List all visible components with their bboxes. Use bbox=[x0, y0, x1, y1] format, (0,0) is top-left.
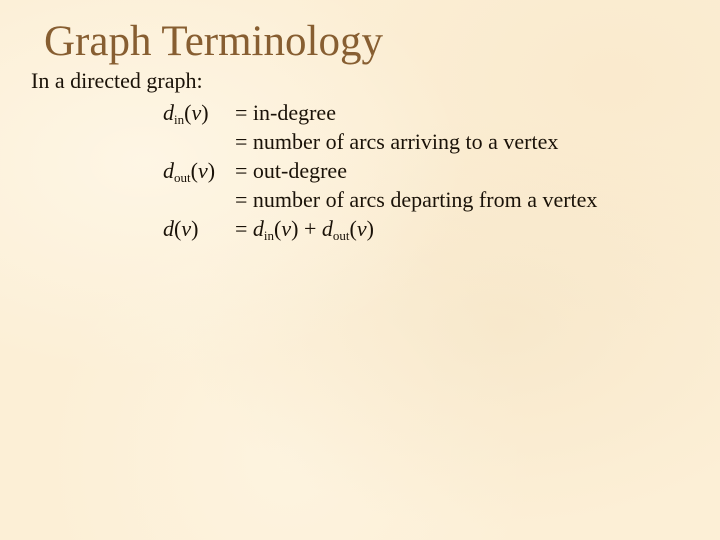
out-degree-definition: = out-degree bbox=[235, 158, 347, 183]
out-degree-explanation: = number of arcs departing from a vertex bbox=[235, 187, 598, 212]
degree-definition: = din(v) + dout(v) bbox=[235, 216, 374, 243]
symbol-d: d bbox=[163, 100, 174, 125]
symbol-d: d bbox=[163, 216, 174, 241]
out-degree-symbol: dout(v) bbox=[163, 158, 216, 185]
in-degree-definition: = in-degree bbox=[235, 100, 336, 125]
symbol-arg: v bbox=[191, 100, 202, 125]
term-subscript: in bbox=[263, 228, 275, 243]
equals-sign: = bbox=[235, 216, 253, 241]
symbol-d: d bbox=[163, 158, 174, 183]
slide-title: Graph Terminology bbox=[44, 18, 383, 65]
symbol-subscript: in bbox=[174, 112, 185, 127]
intro-text: In a directed graph: bbox=[31, 68, 203, 93]
term-d: d bbox=[252, 216, 264, 241]
in-degree-explanation: = number of arcs arriving to a vertex bbox=[235, 129, 559, 154]
term-arg: v bbox=[281, 216, 292, 241]
symbol-arg: v bbox=[197, 158, 208, 183]
symbol-arg: v bbox=[181, 216, 192, 241]
degree-symbol: d(v) bbox=[163, 216, 199, 241]
term-arg: v bbox=[356, 216, 367, 241]
symbol-subscript: out bbox=[174, 170, 191, 185]
plus-sign: + bbox=[298, 216, 322, 241]
in-degree-symbol: din(v) bbox=[163, 100, 209, 127]
term-d: d bbox=[321, 216, 333, 241]
term-subscript: out bbox=[332, 228, 350, 243]
